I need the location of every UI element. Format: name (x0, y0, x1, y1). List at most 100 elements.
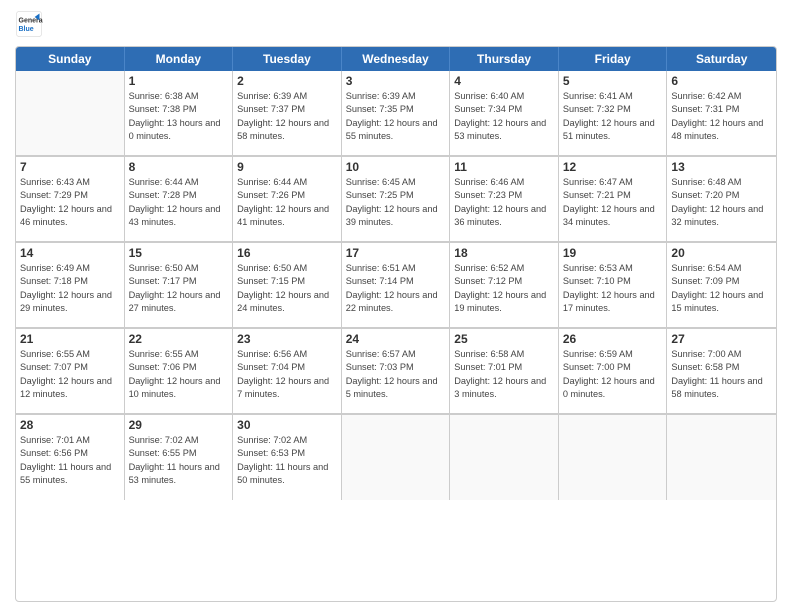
day-number: 14 (20, 246, 120, 260)
calendar-cell: 4 Sunrise: 6:40 AMSunset: 7:34 PMDaylight… (450, 71, 559, 156)
calendar-cell: 27 Sunrise: 7:00 AMSunset: 6:58 PMDayligh… (667, 329, 776, 414)
day-number: 5 (563, 74, 663, 88)
day-info: Sunrise: 6:44 AMSunset: 7:28 PMDaylight:… (129, 176, 229, 229)
calendar-cell: 22 Sunrise: 6:55 AMSunset: 7:06 PMDayligh… (125, 329, 234, 414)
day-info: Sunrise: 6:40 AMSunset: 7:34 PMDaylight:… (454, 90, 554, 143)
calendar-cell: 6 Sunrise: 6:42 AMSunset: 7:31 PMDaylight… (667, 71, 776, 156)
day-number: 12 (563, 160, 663, 174)
calendar-cell: 5 Sunrise: 6:41 AMSunset: 7:32 PMDaylight… (559, 71, 668, 156)
calendar-cell: 21 Sunrise: 6:55 AMSunset: 7:07 PMDayligh… (16, 329, 125, 414)
calendar-cell: 23 Sunrise: 6:56 AMSunset: 7:04 PMDayligh… (233, 329, 342, 414)
day-number: 30 (237, 418, 337, 432)
day-info: Sunrise: 6:55 AMSunset: 7:06 PMDaylight:… (129, 348, 229, 401)
calendar-cell (16, 71, 125, 156)
calendar-cell: 18 Sunrise: 6:52 AMSunset: 7:12 PMDayligh… (450, 243, 559, 328)
day-number: 25 (454, 332, 554, 346)
calendar-week-row: 21 Sunrise: 6:55 AMSunset: 7:07 PMDayligh… (16, 329, 776, 415)
weekday-header: Tuesday (233, 47, 342, 71)
day-info: Sunrise: 6:42 AMSunset: 7:31 PMDaylight:… (671, 90, 772, 143)
calendar-cell: 15Sunrise: 6:50 AMSunset: 7:17 PMDayligh… (125, 243, 234, 328)
day-info: Sunrise: 6:41 AMSunset: 7:32 PMDaylight:… (563, 90, 663, 143)
day-info: Sunrise: 6:56 AMSunset: 7:04 PMDaylight:… (237, 348, 337, 401)
day-info: Sunrise: 6:51 AMSunset: 7:14 PMDaylight:… (346, 262, 446, 315)
day-number: 1 (129, 74, 229, 88)
calendar-cell: 17 Sunrise: 6:51 AMSunset: 7:14 PMDayligh… (342, 243, 451, 328)
calendar-cell: 13 Sunrise: 6:48 AMSunset: 7:20 PMDayligh… (667, 157, 776, 242)
calendar-cell: 9 Sunrise: 6:44 AMSunset: 7:26 PMDaylight… (233, 157, 342, 242)
calendar-cell (450, 415, 559, 500)
weekday-header: Monday (125, 47, 234, 71)
day-info: Sunrise: 6:58 AMSunset: 7:01 PMDaylight:… (454, 348, 554, 401)
calendar-cell: 10 Sunrise: 6:45 AMSunset: 7:25 PMDayligh… (342, 157, 451, 242)
calendar-week-row: 14 Sunrise: 6:49 AMSunset: 7:18 PMDayligh… (16, 243, 776, 329)
weekday-header: Saturday (667, 47, 776, 71)
day-info: Sunrise: 6:48 AMSunset: 7:20 PMDaylight:… (671, 176, 772, 229)
calendar-body: 1Sunrise: 6:38 AMSunset: 7:38 PMDaylight… (16, 71, 776, 500)
day-info: Sunrise: 6:50 AMSunset: 7:15 PMDaylight:… (237, 262, 337, 315)
calendar-cell: 26 Sunrise: 6:59 AMSunset: 7:00 PMDayligh… (559, 329, 668, 414)
calendar-cell: 16Sunrise: 6:50 AMSunset: 7:15 PMDayligh… (233, 243, 342, 328)
weekday-header: Thursday (450, 47, 559, 71)
day-number: 6 (671, 74, 772, 88)
calendar-cell: 25 Sunrise: 6:58 AMSunset: 7:01 PMDayligh… (450, 329, 559, 414)
day-number: 27 (671, 332, 772, 346)
day-number: 10 (346, 160, 446, 174)
calendar-week-row: 1Sunrise: 6:38 AMSunset: 7:38 PMDaylight… (16, 71, 776, 157)
calendar-header: SundayMondayTuesdayWednesdayThursdayFrid… (16, 47, 776, 71)
calendar-cell: 12 Sunrise: 6:47 AMSunset: 7:21 PMDayligh… (559, 157, 668, 242)
calendar-cell: 28 Sunrise: 7:01 AMSunset: 6:56 PMDayligh… (16, 415, 125, 500)
day-info: Sunrise: 6:46 AMSunset: 7:23 PMDaylight:… (454, 176, 554, 229)
weekday-header: Friday (559, 47, 668, 71)
day-info: Sunrise: 6:55 AMSunset: 7:07 PMDaylight:… (20, 348, 120, 401)
logo: General Blue (15, 10, 47, 38)
calendar-cell: 24Sunrise: 6:57 AMSunset: 7:03 PMDayligh… (342, 329, 451, 414)
day-number: 17 (346, 246, 446, 260)
day-number: 9 (237, 160, 337, 174)
day-info: Sunrise: 6:45 AMSunset: 7:25 PMDaylight:… (346, 176, 446, 229)
calendar-cell: 8 Sunrise: 6:44 AMSunset: 7:28 PMDaylight… (125, 157, 234, 242)
day-info: Sunrise: 6:44 AMSunset: 7:26 PMDaylight:… (237, 176, 337, 229)
calendar-week-row: 28 Sunrise: 7:01 AMSunset: 6:56 PMDayligh… (16, 415, 776, 500)
day-number: 28 (20, 418, 120, 432)
day-number: 11 (454, 160, 554, 174)
day-info: Sunrise: 7:02 AMSunset: 6:53 PMDaylight:… (237, 434, 337, 487)
calendar-cell (559, 415, 668, 500)
day-info: Sunrise: 6:39 AMSunset: 7:35 PMDaylight:… (346, 90, 446, 143)
day-info: Sunrise: 6:54 AMSunset: 7:09 PMDaylight:… (671, 262, 772, 315)
logo-icon: General Blue (15, 10, 43, 38)
day-info: Sunrise: 6:59 AMSunset: 7:00 PMDaylight:… (563, 348, 663, 401)
day-number: 22 (129, 332, 229, 346)
day-number: 20 (671, 246, 772, 260)
calendar-week-row: 7Sunrise: 6:43 AMSunset: 7:29 PMDaylight… (16, 157, 776, 243)
day-info: Sunrise: 6:39 AMSunset: 7:37 PMDaylight:… (237, 90, 337, 143)
calendar-cell: 3Sunrise: 6:39 AMSunset: 7:35 PMDaylight… (342, 71, 451, 156)
day-info: Sunrise: 6:47 AMSunset: 7:21 PMDaylight:… (563, 176, 663, 229)
page: General Blue SundayMondayTuesdayWednesda… (0, 0, 792, 612)
day-number: 7 (20, 160, 120, 174)
day-number: 8 (129, 160, 229, 174)
calendar-cell: 14 Sunrise: 6:49 AMSunset: 7:18 PMDayligh… (16, 243, 125, 328)
calendar-cell (342, 415, 451, 500)
day-number: 24 (346, 332, 446, 346)
day-number: 2 (237, 74, 337, 88)
day-number: 21 (20, 332, 120, 346)
day-number: 13 (671, 160, 772, 174)
day-number: 23 (237, 332, 337, 346)
day-info: Sunrise: 6:49 AMSunset: 7:18 PMDaylight:… (20, 262, 120, 315)
day-number: 19 (563, 246, 663, 260)
calendar-cell: 29Sunrise: 7:02 AMSunset: 6:55 PMDayligh… (125, 415, 234, 500)
day-number: 15 (129, 246, 229, 260)
day-info: Sunrise: 7:00 AMSunset: 6:58 PMDaylight:… (671, 348, 772, 401)
day-number: 26 (563, 332, 663, 346)
calendar-cell: 19 Sunrise: 6:53 AMSunset: 7:10 PMDayligh… (559, 243, 668, 328)
calendar-cell: 20 Sunrise: 6:54 AMSunset: 7:09 PMDayligh… (667, 243, 776, 328)
day-number: 4 (454, 74, 554, 88)
day-number: 29 (129, 418, 229, 432)
day-info: Sunrise: 7:01 AMSunset: 6:56 PMDaylight:… (20, 434, 120, 487)
calendar-cell: 1Sunrise: 6:38 AMSunset: 7:38 PMDaylight… (125, 71, 234, 156)
day-number: 18 (454, 246, 554, 260)
day-info: Sunrise: 6:52 AMSunset: 7:12 PMDaylight:… (454, 262, 554, 315)
header: General Blue (15, 10, 777, 38)
day-info: Sunrise: 6:53 AMSunset: 7:10 PMDaylight:… (563, 262, 663, 315)
svg-text:Blue: Blue (19, 26, 34, 33)
